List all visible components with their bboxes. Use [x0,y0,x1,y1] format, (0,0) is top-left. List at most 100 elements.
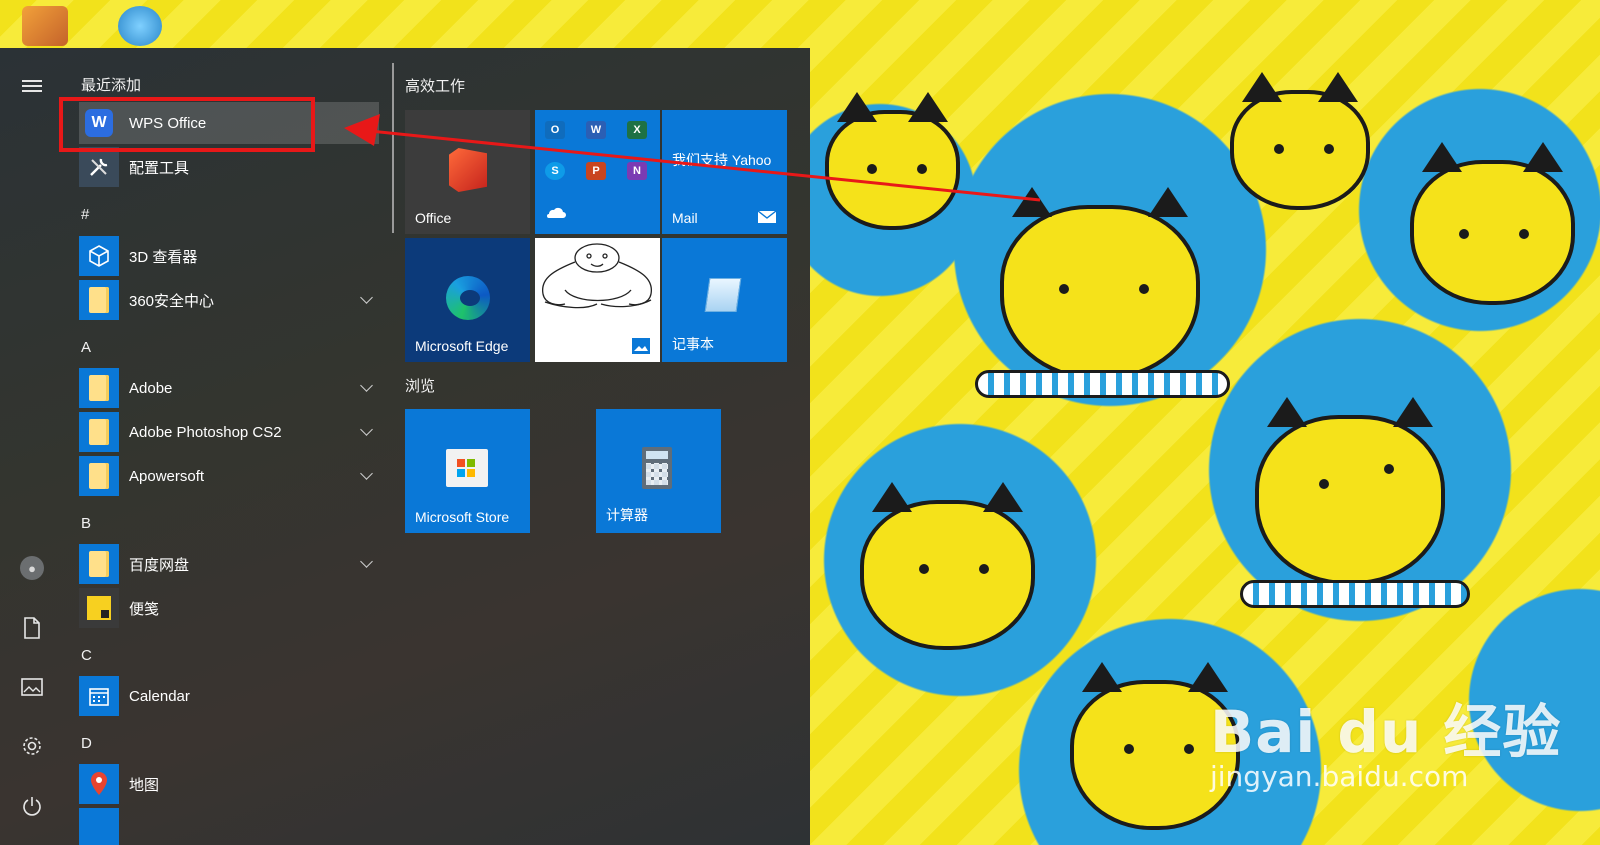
tile-label: 记事本 [672,336,714,352]
wrench-icon [79,147,119,187]
app-label: WPS Office [129,114,207,132]
app-item-maps[interactable]: 地图 [79,763,379,805]
onenote-icon[interactable]: N [617,151,657,191]
chevron-down-icon[interactable] [360,467,373,480]
store-bag-icon [446,449,488,487]
excel-icon[interactable]: X [617,110,657,150]
wallpaper-cat [1000,187,1200,380]
chevron-down-icon[interactable] [360,423,373,436]
app-list: 最近添加 W WPS Office 配置工具 # 3D 查看器 360安全中心 [64,48,384,845]
group-letter-a[interactable]: A [81,339,91,356]
app-item-adobe[interactable]: Adobe [79,367,379,409]
wallpaper-cat [1255,397,1445,585]
app-item-wps-office[interactable]: W WPS Office [79,102,379,144]
photos-icon [632,338,650,354]
recent-header: 最近添加 [81,77,142,94]
tile-photos[interactable] [535,238,660,362]
folder-icon [79,544,119,584]
folder-icon [79,280,119,320]
chevron-down-icon[interactable] [360,379,373,392]
tile-group-productivity[interactable]: 高效工作 [405,75,465,96]
app-item-config-tool[interactable]: 配置工具 [79,146,379,188]
mail-promo-text: 我们支持 Yahoo [672,152,772,168]
chevron-down-icon[interactable] [360,555,373,568]
power-icon[interactable] [14,788,50,824]
wallpaper-cat [1410,142,1575,305]
onedrive-icon[interactable] [535,192,575,232]
tile-label: Mail [672,210,698,226]
app-label: 百度网盘 [129,556,190,574]
app-label: Apowersoft [129,467,205,485]
office-logo-icon [449,148,487,192]
film-icon [79,808,119,845]
wallpaper-cat [1230,72,1370,210]
group-letter-hash[interactable]: # [81,206,89,223]
calculator-icon [642,447,672,489]
map-pin-icon [79,764,119,804]
app-label: 3D 查看器 [129,248,198,266]
gear-icon[interactable] [14,728,50,764]
tile-microsoft-edge[interactable]: Microsoft Edge [405,238,530,362]
document-icon[interactable] [14,610,50,646]
picture-icon[interactable] [14,669,50,705]
app-item-sticky-notes[interactable]: 便笺 [79,587,379,629]
tile-mail[interactable]: 我们支持 Yahoo Mail [662,110,787,234]
start-rail: ● [0,48,64,845]
skype-icon[interactable]: S [535,151,575,191]
app-item-3d-viewer[interactable]: 3D 查看器 [79,235,379,277]
tile-calculator[interactable]: 计算器 [596,409,721,533]
tile-office-apps-group[interactable]: O W X S P N [535,110,660,234]
app-label: Adobe Photoshop CS2 [129,423,282,441]
app-label: Calendar [129,687,190,705]
app-list-scrollbar[interactable] [392,63,394,233]
folder-icon [79,456,119,496]
sticky-note-icon [79,588,119,628]
app-item-adobe-photoshop[interactable]: Adobe Photoshop CS2 [79,411,379,453]
app-label: Adobe [129,379,173,397]
tile-label: Microsoft Edge [415,338,509,354]
tiles-area: 高效工作 Office O W X S P N 我们支持 Yahoo Mail [398,48,808,845]
outlook-icon[interactable]: O [535,110,575,150]
app-item-baidu-netdisk[interactable]: 百度网盘 [79,543,379,585]
desktop-globe-icon[interactable] [118,6,162,46]
tile-microsoft-store[interactable]: Microsoft Store [405,409,530,533]
tile-label: Office [415,210,452,226]
wallpaper-cat [825,92,960,230]
powerpoint-icon[interactable]: P [576,151,616,191]
baidu-watermark: Bai du 经验 [1210,698,1562,766]
envelope-icon [757,210,777,223]
app-item-360-security[interactable]: 360安全中心 [79,279,379,321]
app-label: 360安全中心 [129,292,215,310]
tile-label: 计算器 [606,507,648,523]
calendar-icon [79,676,119,716]
folder-icon [79,368,119,408]
desktop-app-icon[interactable] [22,6,68,46]
app-item-apowersoft[interactable]: Apowersoft [79,455,379,497]
app-item-calendar[interactable]: Calendar [79,675,379,717]
user-account-icon[interactable]: ● [14,550,50,586]
app-label: 配置工具 [129,159,190,177]
notepad-icon [704,278,742,312]
start-menu: ● 最近添加 W WPS Office 配置工具 # 3D 查看器 360安全中… [0,48,810,845]
wallpaper-collar [1240,580,1470,608]
word-icon[interactable]: W [576,110,616,150]
wallpaper-collar [975,370,1230,398]
app-label: 地图 [129,776,160,794]
wps-office-icon: W [79,103,119,143]
tile-group-browse[interactable]: 浏览 [405,375,435,396]
tile-office[interactable]: Office [405,110,530,234]
tile-label: Microsoft Store [415,509,510,525]
group-letter-c[interactable]: C [81,647,92,664]
group-letter-d[interactable]: D [81,735,92,752]
wallpaper-cat [860,482,1035,650]
hamburger-menu-icon[interactable] [14,68,50,104]
edge-logo-icon [446,276,490,320]
group-letter-b[interactable]: B [81,515,91,532]
baidu-watermark-url: jingyan.baidu.com [1210,760,1469,793]
tile-notepad[interactable]: 记事本 [662,238,787,362]
chevron-down-icon[interactable] [360,291,373,304]
folder-icon [79,412,119,452]
app-item-movies-tv-partial[interactable] [79,807,379,845]
cube-icon [79,236,119,276]
app-label: 便笺 [129,600,160,618]
